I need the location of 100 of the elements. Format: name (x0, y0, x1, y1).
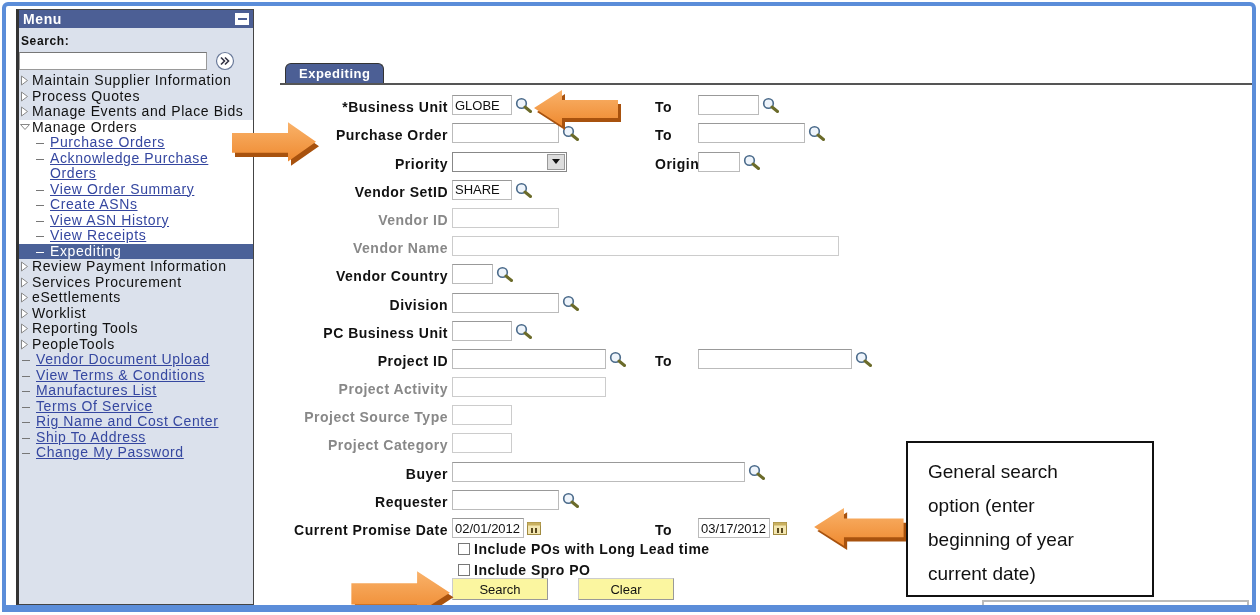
menu-link[interactable]: View Receipts (50, 228, 147, 244)
input-field[interactable]: SHARE (452, 179, 512, 200)
menu-link[interactable]: Acknowledge Purchase Orders (50, 150, 253, 182)
input-field[interactable] (452, 320, 512, 341)
checkbox[interactable] (458, 542, 470, 555)
field-label: Vendor Name (352, 240, 449, 257)
field-label: Current Promise Date (293, 522, 449, 538)
checkbox-label: Include Spro PO (474, 561, 591, 578)
field-label: Project Category (326, 437, 449, 454)
menu-link[interactable]: Ship To Address (36, 429, 146, 445)
field-label: To (655, 99, 674, 116)
menu-title: Menu (23, 11, 62, 27)
input-field[interactable] (452, 123, 559, 144)
clear-button[interactable]: Clear (578, 578, 674, 600)
field-label: To (655, 522, 674, 538)
search-icon[interactable] (808, 125, 825, 142)
menu-folder[interactable]: Manage Orders (32, 119, 142, 135)
checkbox[interactable] (458, 563, 470, 576)
search-icon[interactable] (762, 97, 779, 114)
field-label: Project Activity (337, 381, 449, 398)
menu-link[interactable]: Terms Of Service (36, 398, 153, 414)
search-icon[interactable] (562, 491, 579, 508)
menu-link[interactable]: Rig Name and Cost Center (36, 414, 219, 430)
dash-icon (36, 189, 44, 191)
field-label: Vendor SetID (353, 183, 449, 200)
field-label: Requester (374, 493, 449, 510)
menu-link[interactable]: Change My Password (36, 445, 184, 461)
menu-folder[interactable]: Manage Events and Place Bids (32, 104, 248, 120)
search-icon[interactable] (609, 350, 626, 367)
search-icon[interactable] (496, 266, 513, 283)
input-field[interactable] (698, 151, 740, 172)
input-field[interactable] (452, 292, 559, 313)
menu-folder[interactable]: Worklist (32, 305, 91, 321)
dash-icon (36, 205, 44, 206)
dash-icon (22, 391, 30, 392)
dash-icon (22, 360, 30, 361)
input-field[interactable] (452, 348, 606, 369)
caret-icon[interactable] (552, 159, 560, 165)
dash-icon (36, 143, 44, 144)
date-field[interactable]: 02/01/2012 (452, 518, 524, 538)
menu-folder[interactable]: Reporting Tools (32, 321, 143, 337)
field-label: Project Source Type (303, 409, 449, 426)
field-label: Vendor Country (335, 268, 449, 285)
input-field[interactable] (698, 123, 805, 144)
search-icon[interactable] (748, 463, 765, 480)
menu-folder[interactable]: Maintain Supplier Information (32, 73, 236, 89)
input-field[interactable] (452, 489, 559, 510)
search-icon[interactable] (515, 181, 532, 198)
field-label: Buyer (404, 465, 449, 482)
dash-icon (36, 251, 44, 253)
input-field[interactable] (452, 264, 493, 285)
menu-link[interactable]: Vendor Document Upload (36, 352, 210, 368)
dash-icon (22, 406, 30, 408)
dash-icon (22, 453, 30, 454)
menu-link[interactable]: Purchase Orders (50, 135, 165, 151)
field-label: To (655, 127, 674, 144)
input-field[interactable]: GLOBE (452, 95, 512, 116)
date-field[interactable]: 03/17/2012 (698, 518, 770, 538)
search-icon[interactable] (562, 125, 579, 142)
menu-link[interactable]: View Terms & Conditions (36, 367, 205, 383)
collapse-icon[interactable] (235, 13, 249, 25)
input-field[interactable] (698, 348, 852, 369)
callout-text: General search option (enter beginning of year current date) (928, 460, 1075, 586)
input-field[interactable] (698, 95, 759, 116)
search-icon[interactable] (515, 322, 532, 339)
menu-link[interactable]: View ASN History (50, 212, 170, 228)
calendar-icon[interactable] (773, 520, 788, 536)
search-icon[interactable] (743, 153, 760, 170)
checkbox-label: Include POs with Long Lead time (474, 540, 710, 557)
search-label: Search: (20, 33, 70, 48)
menu-folder[interactable]: Review Payment Information (32, 259, 231, 275)
menu-folder[interactable]: PeopleTools (32, 336, 119, 352)
menu-folder[interactable]: Services Procurement (32, 274, 186, 290)
tab[interactable]: Expediting (285, 63, 385, 83)
search-icon[interactable] (562, 294, 579, 311)
field-label: To (655, 352, 674, 369)
field-label: Project ID (376, 352, 449, 369)
field-label: Purchase Order (334, 127, 449, 144)
search-icon[interactable] (855, 350, 872, 367)
calendar-icon[interactable] (527, 520, 542, 536)
menu-link[interactable]: Create ASNs (50, 197, 138, 213)
dash-icon (36, 236, 44, 237)
menu-link[interactable]: View Order Summary (50, 181, 195, 197)
field-label: Division (388, 296, 449, 313)
field-label: *Business Unit (341, 99, 449, 116)
search-field[interactable] (19, 52, 207, 70)
dropdown-field[interactable] (452, 151, 567, 172)
menu-folder[interactable]: Process Quotes (32, 88, 144, 104)
field-label: PC Business Unit (322, 324, 449, 341)
go-icon[interactable] (215, 51, 235, 71)
menu-link[interactable]: Manufactures List (36, 383, 157, 399)
dash-icon (36, 158, 44, 160)
dash-icon (36, 220, 44, 222)
dash-icon (22, 422, 30, 423)
search-icon[interactable] (515, 97, 532, 114)
menu-folder[interactable]: eSettlements (32, 290, 125, 306)
input-field[interactable] (452, 461, 745, 482)
menu-link[interactable]: Expediting (50, 243, 122, 259)
field-label: Vendor ID (377, 211, 449, 228)
search-button[interactable]: Search (452, 578, 548, 600)
